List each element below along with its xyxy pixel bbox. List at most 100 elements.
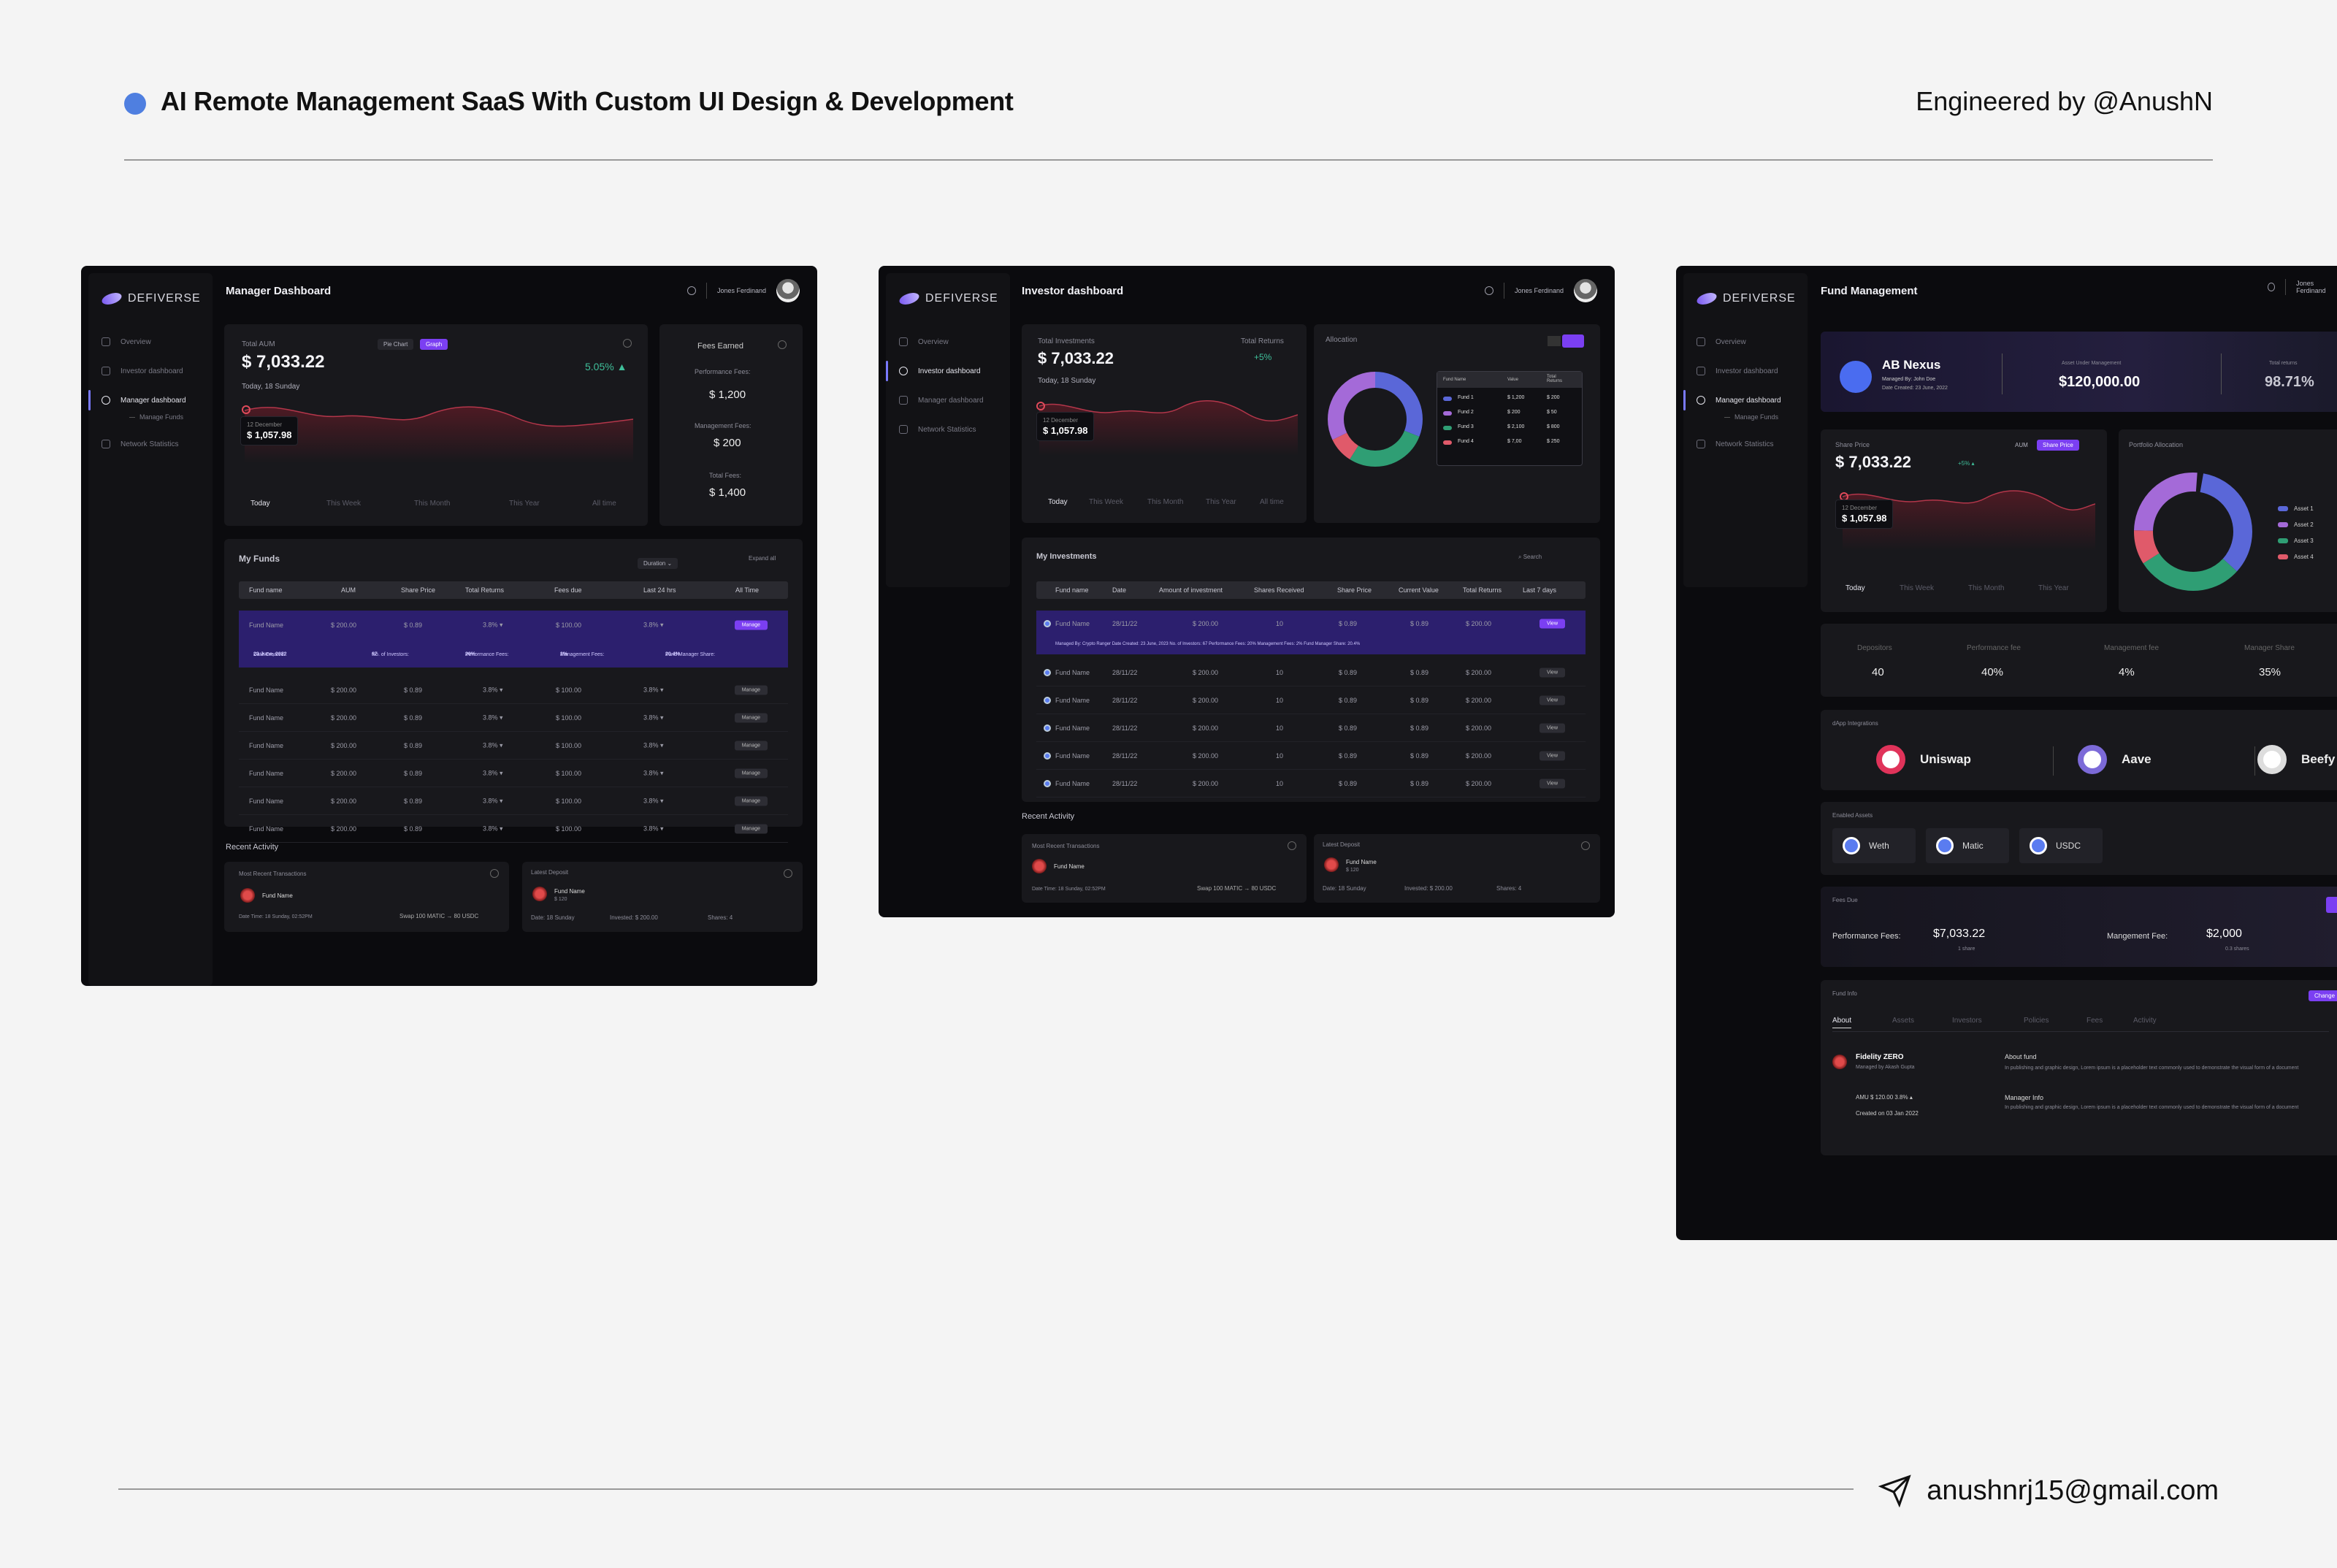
manage-button[interactable]: Manage xyxy=(734,685,768,695)
nav-manage-funds[interactable]: Manage Funds xyxy=(129,413,183,421)
mgmt-fee-value: $ 200 xyxy=(714,437,741,449)
info-icon[interactable] xyxy=(490,869,499,878)
pie-chart-toggle[interactable]: Pie Chart xyxy=(378,339,414,350)
user-menu[interactable]: Jones Ferdinand xyxy=(686,279,800,302)
range-week[interactable]: This Week xyxy=(1089,498,1123,506)
nav-investor[interactable]: Investor dashboard xyxy=(102,367,183,375)
nav-network[interactable]: Network Statistics xyxy=(1697,440,1773,448)
tab-1[interactable]: About xyxy=(1832,1017,1852,1028)
table-row[interactable]: Fund Name 28/11/22 $ 200.00 10 $ 0.89 $ 0.89 $… xyxy=(1036,714,1586,742)
chart-view-icon[interactable] xyxy=(1562,334,1584,348)
nav-overview[interactable]: Overview xyxy=(1697,337,1746,346)
range-today[interactable]: Today xyxy=(1845,584,1865,592)
tab-4[interactable]: Policies xyxy=(2024,1017,2049,1025)
range-week[interactable]: This Week xyxy=(1900,584,1934,592)
search-icon[interactable] xyxy=(1484,286,1493,295)
nav-manager[interactable]: Manager dashboard xyxy=(102,396,186,405)
table-row-expanded[interactable]: Fund Name 28/11/22 $ 200.00 10 $ 0.89 $ 0.89 $… xyxy=(1036,611,1586,654)
table-row[interactable]: Fund Name $ 200.00 $ 0.89 3.8% ▾ $ 100.00 3.8… xyxy=(239,676,788,704)
asset-chip[interactable]: Weth xyxy=(1832,828,1916,863)
view-button[interactable]: View xyxy=(1539,751,1565,760)
cell: $ 0.89 xyxy=(404,686,423,694)
user-menu[interactable]: Jones Ferdinand xyxy=(1484,279,1597,302)
manage-button[interactable]: Manage xyxy=(734,768,768,778)
graph-toggle[interactable]: Graph xyxy=(420,339,448,350)
range-month[interactable]: This Month xyxy=(414,500,450,508)
manage-button[interactable]: Manage xyxy=(734,713,768,722)
table-row[interactable]: Fund Name $ 200.00 $ 0.89 3.8% ▾ $ 100.00 3.8… xyxy=(239,704,788,732)
table-row[interactable]: Fund Name $ 200.00 $ 0.89 3.8% ▾ $ 100.00 3.8… xyxy=(239,732,788,760)
table-row-expanded[interactable]: Fund Name $ 200.00 $ 0.89 3.8% ▾ $ 100.00 3.8… xyxy=(239,611,788,668)
avatar[interactable] xyxy=(1574,279,1597,302)
expand-all-link[interactable]: Expand all xyxy=(749,555,776,562)
nav-investor[interactable]: Investor dashboard xyxy=(899,367,981,375)
range-month[interactable]: This Month xyxy=(1147,498,1183,506)
dep-invested: Invested: $ 200.00 xyxy=(610,914,658,921)
range-year[interactable]: This Year xyxy=(509,500,540,508)
manager-info-text: In publishing and graphic design, Lorem … xyxy=(2005,1105,2299,1110)
nav-network[interactable]: Network Statistics xyxy=(102,440,178,448)
manage-button[interactable]: Manage xyxy=(734,796,768,806)
view-button[interactable]: View xyxy=(1539,695,1565,705)
nav-investor[interactable]: Investor dashboard xyxy=(1697,367,1778,375)
duration-dropdown[interactable]: Duration ⌄ xyxy=(638,558,678,569)
view-button[interactable]: View xyxy=(1539,668,1565,677)
table-row[interactable]: Fund Name 28/11/22 $ 200.00 10 $ 0.89 $ 0.89 $… xyxy=(1036,742,1586,770)
brand-logo[interactable]: DEFIVERSE xyxy=(1695,291,1796,307)
aum-toggle[interactable]: AUM xyxy=(2009,440,2034,451)
table-row[interactable]: Fund Name 28/11/22 $ 200.00 10 $ 0.89 $ 0.89 $… xyxy=(1036,770,1586,798)
change-button[interactable]: Change xyxy=(2309,990,2337,1001)
brand-logo[interactable]: DEFIVERSE xyxy=(898,291,998,307)
table-row[interactable]: Fund Name $ 200.00 $ 0.89 3.8% ▾ $ 100.00 3.8… xyxy=(239,787,788,815)
brand-logo[interactable]: DEFIVERSE xyxy=(100,291,201,307)
info-icon[interactable] xyxy=(784,869,792,878)
asset-chip[interactable]: USDC xyxy=(2019,828,2103,863)
claim-button[interactable] xyxy=(2326,897,2337,913)
cell: $ 200 xyxy=(1507,410,1521,415)
tab-2[interactable]: Assets xyxy=(1892,1017,1914,1025)
tab-3[interactable]: Investors xyxy=(1952,1017,1982,1025)
view-button[interactable]: View xyxy=(1539,723,1565,733)
range-month[interactable]: This Month xyxy=(1968,584,2004,592)
search-icon[interactable] xyxy=(686,286,696,295)
info-icon[interactable] xyxy=(1581,841,1590,850)
range-all[interactable]: All time xyxy=(592,500,616,508)
manage-button[interactable]: Manage xyxy=(734,741,768,750)
table-row[interactable]: Fund Name 28/11/22 $ 200.00 10 $ 0.89 $ 0.89 $… xyxy=(1036,659,1586,687)
range-today[interactable]: Today xyxy=(250,500,270,508)
table-row[interactable]: Fund Name $ 200.00 $ 0.89 3.8% ▾ $ 100.00 3.8… xyxy=(239,815,788,843)
view-button[interactable]: View xyxy=(1539,779,1565,788)
nav-overview[interactable]: Overview xyxy=(102,337,151,346)
info-icon[interactable] xyxy=(778,340,787,349)
nav-overview[interactable]: Overview xyxy=(899,337,949,346)
view-button[interactable]: View xyxy=(1539,619,1565,629)
share-price-toggle[interactable]: Share Price xyxy=(2037,440,2079,451)
dapp-name[interactable]: Aave xyxy=(2122,752,2152,767)
user-menu[interactable]: Jones Ferdinand xyxy=(2268,279,2337,295)
range-all[interactable]: All time xyxy=(1260,498,1284,506)
nav-manager[interactable]: Manager dashboard xyxy=(1697,396,1781,405)
range-today[interactable]: Today xyxy=(1048,498,1068,506)
nav-network[interactable]: Network Statistics xyxy=(899,425,976,434)
range-year[interactable]: This Year xyxy=(1206,498,1236,506)
manage-button[interactable]: Manage xyxy=(734,620,768,630)
nav-manage-funds[interactable]: Manage Funds xyxy=(1724,413,1778,421)
footer-contact[interactable]: anushnrj15@gmail.com xyxy=(1878,1474,2219,1507)
info-icon[interactable] xyxy=(623,339,632,348)
range-week[interactable]: This Week xyxy=(326,500,361,508)
tab-5[interactable]: Fees xyxy=(2087,1017,2103,1025)
avatar[interactable] xyxy=(776,279,800,302)
search-input[interactable]: ⌕ Search xyxy=(1518,554,1542,561)
manage-button[interactable]: Manage xyxy=(734,824,768,833)
nav-manager[interactable]: Manager dashboard xyxy=(899,396,984,405)
list-view-icon[interactable] xyxy=(1548,336,1561,346)
dapp-name[interactable]: Beefy xyxy=(2301,752,2335,767)
tab-6[interactable]: Activity xyxy=(2133,1017,2157,1025)
info-icon[interactable] xyxy=(1288,841,1296,850)
dapp-name[interactable]: Uniswap xyxy=(1920,752,1971,767)
table-row[interactable]: Fund Name 28/11/22 $ 200.00 10 $ 0.89 $ 0.89 $… xyxy=(1036,687,1586,714)
asset-chip[interactable]: Matic xyxy=(1926,828,2009,863)
range-year[interactable]: This Year xyxy=(2038,584,2069,592)
search-icon[interactable] xyxy=(2268,283,2276,291)
table-row[interactable]: Fund Name $ 200.00 $ 0.89 3.8% ▾ $ 100.00 3.8… xyxy=(239,760,788,787)
